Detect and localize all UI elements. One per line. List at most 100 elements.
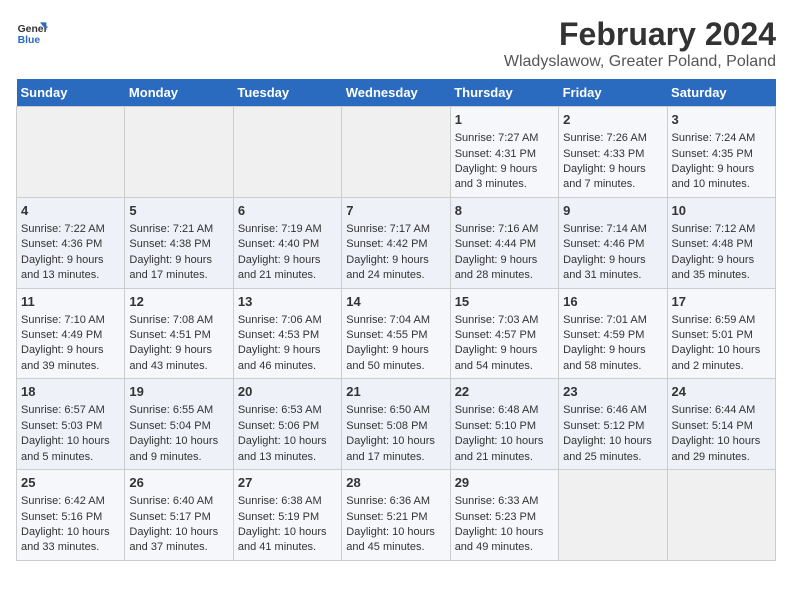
day-info: Sunrise: 7:06 AM [238, 313, 337, 328]
day-number: 8 [455, 202, 554, 220]
day-info: Sunrise: 6:40 AM [129, 494, 228, 509]
day-number: 6 [238, 202, 337, 220]
day-info: and 25 minutes. [563, 450, 662, 465]
day-info: Daylight: 9 hours [455, 162, 554, 177]
day-info: and 50 minutes. [346, 359, 445, 374]
day-number: 20 [238, 383, 337, 401]
day-info: Sunset: 4:40 PM [238, 237, 337, 252]
day-info: and 3 minutes. [455, 177, 554, 192]
day-number: 10 [672, 202, 771, 220]
logo: General Blue [16, 16, 48, 48]
calendar-cell: 5Sunrise: 7:21 AMSunset: 4:38 PMDaylight… [125, 197, 233, 288]
day-number: 9 [563, 202, 662, 220]
day-info: Sunrise: 7:19 AM [238, 222, 337, 237]
day-number: 14 [346, 293, 445, 311]
day-info: Sunset: 5:19 PM [238, 510, 337, 525]
weekday-header-wednesday: Wednesday [342, 79, 450, 107]
day-info: Sunset: 4:49 PM [21, 328, 120, 343]
main-title: February 2024 [504, 16, 776, 53]
day-info: Sunset: 4:35 PM [672, 147, 771, 162]
day-info: Daylight: 10 hours [672, 434, 771, 449]
calendar-cell: 8Sunrise: 7:16 AMSunset: 4:44 PMDaylight… [450, 197, 558, 288]
calendar-cell: 25Sunrise: 6:42 AMSunset: 5:16 PMDayligh… [17, 470, 125, 561]
subtitle: Wladyslawow, Greater Poland, Poland [504, 53, 776, 71]
day-info: Sunset: 4:48 PM [672, 237, 771, 252]
calendar-cell: 9Sunrise: 7:14 AMSunset: 4:46 PMDaylight… [559, 197, 667, 288]
day-info: Sunset: 4:33 PM [563, 147, 662, 162]
day-info: Sunrise: 6:36 AM [346, 494, 445, 509]
day-info: Daylight: 10 hours [238, 434, 337, 449]
weekday-header-friday: Friday [559, 79, 667, 107]
day-info: Daylight: 10 hours [346, 434, 445, 449]
day-info: and 33 minutes. [21, 540, 120, 555]
day-info: and 9 minutes. [129, 450, 228, 465]
day-number: 27 [238, 474, 337, 492]
day-number: 26 [129, 474, 228, 492]
day-info: and 46 minutes. [238, 359, 337, 374]
day-info: Sunset: 4:38 PM [129, 237, 228, 252]
day-info: and 21 minutes. [455, 450, 554, 465]
weekday-header-thursday: Thursday [450, 79, 558, 107]
day-info: Sunset: 4:51 PM [129, 328, 228, 343]
calendar-cell [125, 107, 233, 198]
calendar-table: SundayMondayTuesdayWednesdayThursdayFrid… [16, 79, 776, 561]
day-info: Daylight: 9 hours [672, 253, 771, 268]
calendar-cell: 19Sunrise: 6:55 AMSunset: 5:04 PMDayligh… [125, 379, 233, 470]
day-info: Daylight: 10 hours [21, 525, 120, 540]
day-number: 19 [129, 383, 228, 401]
day-info: Daylight: 10 hours [563, 434, 662, 449]
day-info: Daylight: 10 hours [672, 343, 771, 358]
day-info: Sunrise: 7:04 AM [346, 313, 445, 328]
week-row-1: 4Sunrise: 7:22 AMSunset: 4:36 PMDaylight… [17, 197, 776, 288]
day-number: 1 [455, 111, 554, 129]
day-info: Daylight: 10 hours [21, 434, 120, 449]
svg-text:Blue: Blue [18, 35, 41, 46]
day-info: Daylight: 10 hours [346, 525, 445, 540]
weekday-header-row: SundayMondayTuesdayWednesdayThursdayFrid… [17, 79, 776, 107]
day-info: Daylight: 9 hours [129, 253, 228, 268]
day-number: 29 [455, 474, 554, 492]
day-number: 25 [21, 474, 120, 492]
day-number: 7 [346, 202, 445, 220]
calendar-cell [342, 107, 450, 198]
weekday-header-sunday: Sunday [17, 79, 125, 107]
calendar-cell: 3Sunrise: 7:24 AMSunset: 4:35 PMDaylight… [667, 107, 775, 198]
calendar-cell: 18Sunrise: 6:57 AMSunset: 5:03 PMDayligh… [17, 379, 125, 470]
day-info: Sunset: 5:23 PM [455, 510, 554, 525]
calendar-cell: 17Sunrise: 6:59 AMSunset: 5:01 PMDayligh… [667, 288, 775, 379]
calendar-cell: 21Sunrise: 6:50 AMSunset: 5:08 PMDayligh… [342, 379, 450, 470]
calendar-cell: 27 Sunrise: 6:38 AMSunset: 5:19 PMDayligh… [233, 470, 341, 561]
day-info: and 39 minutes. [21, 359, 120, 374]
day-info: Daylight: 9 hours [21, 343, 120, 358]
day-info: Sunrise: 7:16 AM [455, 222, 554, 237]
day-info: Daylight: 9 hours [346, 343, 445, 358]
day-number: 11 [21, 293, 120, 311]
day-info: and 37 minutes. [129, 540, 228, 555]
day-number: 23 [563, 383, 662, 401]
calendar-cell: 23Sunrise: 6:46 AMSunset: 5:12 PMDayligh… [559, 379, 667, 470]
day-info: Sunrise: 7:17 AM [346, 222, 445, 237]
day-info: Sunset: 5:14 PM [672, 419, 771, 434]
day-info: Sunrise: 7:27 AM [455, 131, 554, 146]
day-info: Sunset: 5:01 PM [672, 328, 771, 343]
day-info: and 5 minutes. [21, 450, 120, 465]
calendar-cell: 7Sunrise: 7:17 AMSunset: 4:42 PMDaylight… [342, 197, 450, 288]
title-area: February 2024 Wladyslawow, Greater Polan… [504, 16, 776, 71]
day-number: 2 [563, 111, 662, 129]
day-info: Daylight: 9 hours [563, 253, 662, 268]
day-number: 15 [455, 293, 554, 311]
calendar-cell: 24Sunrise: 6:44 AMSunset: 5:14 PMDayligh… [667, 379, 775, 470]
day-info: Daylight: 10 hours [238, 525, 337, 540]
day-info: Sunrise: 6:38 AM [238, 494, 337, 509]
calendar-cell: 20Sunrise: 6:53 AMSunset: 5:06 PMDayligh… [233, 379, 341, 470]
calendar-cell: 12Sunrise: 7:08 AMSunset: 4:51 PMDayligh… [125, 288, 233, 379]
day-number: 16 [563, 293, 662, 311]
calendar-cell: 2Sunrise: 7:26 AMSunset: 4:33 PMDaylight… [559, 107, 667, 198]
calendar-cell: 14Sunrise: 7:04 AMSunset: 4:55 PMDayligh… [342, 288, 450, 379]
day-info: and 21 minutes. [238, 268, 337, 283]
week-row-4: 25Sunrise: 6:42 AMSunset: 5:16 PMDayligh… [17, 470, 776, 561]
day-info: and 13 minutes. [238, 450, 337, 465]
day-info: Daylight: 10 hours [129, 434, 228, 449]
day-info: and 58 minutes. [563, 359, 662, 374]
calendar-cell [233, 107, 341, 198]
